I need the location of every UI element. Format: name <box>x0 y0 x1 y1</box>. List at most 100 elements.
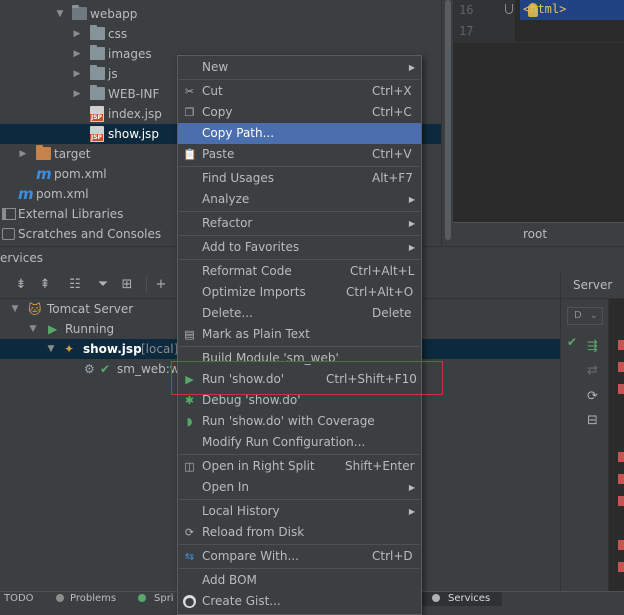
chevron-down-icon[interactable]: ▼ <box>55 4 65 24</box>
menu-separator <box>179 346 420 347</box>
tab-server[interactable]: Server <box>561 271 624 299</box>
menu-item-cut[interactable]: ✂ Cut Ctrl+X <box>178 81 421 102</box>
reload-icon: ⟳ <box>184 526 195 539</box>
menu-item-run-with-coverage[interactable]: ◗ Run 'show.do' with Coverage <box>178 411 421 432</box>
github-icon: ● <box>183 595 196 608</box>
folder-icon <box>90 85 105 100</box>
menu-item-mark-as-plain-text[interactable]: ▤ Mark as Plain Text <box>178 324 421 345</box>
highlight-box <box>171 361 443 395</box>
deploy-icon[interactable]: ⊟ <box>587 413 598 428</box>
chevron-down-icon[interactable]: ▼ <box>28 319 38 339</box>
scrollbar-thumb[interactable] <box>445 0 451 240</box>
breadcrumb-item[interactable]: root <box>523 227 547 241</box>
new-tab-icon[interactable]: ⊞ <box>120 278 134 292</box>
editor-area[interactable] <box>453 42 624 222</box>
filter-icon[interactable]: ⏷ <box>96 278 110 292</box>
folder-icon <box>90 65 105 80</box>
chevron-right-icon[interactable]: ▶ <box>72 44 82 64</box>
folder-icon <box>90 25 105 40</box>
problems-icon <box>56 594 64 602</box>
error-marker <box>618 562 624 572</box>
maven-icon: m <box>36 165 52 183</box>
redeploy-icon[interactable]: ⇶ <box>587 339 598 354</box>
menu-separator <box>179 211 420 212</box>
copy-icon: ❐ <box>184 106 195 119</box>
dropdown[interactable]: D ⌄ <box>567 307 603 325</box>
menu-separator <box>179 79 420 80</box>
menu-item-compare-with[interactable]: ⇆ Compare With... Ctrl+D <box>178 546 421 567</box>
folder-icon <box>36 145 51 160</box>
maven-icon: m <box>18 185 34 203</box>
menu-item-copy[interactable]: ❐ Copy Ctrl+C <box>178 102 421 123</box>
menu-item-open-in-right-split[interactable]: ◫ Open in Right Split Shift+Enter <box>178 456 421 477</box>
refresh-icon[interactable]: ⟳ <box>587 389 598 404</box>
expand-all-icon[interactable]: ⇟ <box>14 278 28 292</box>
add-icon[interactable]: + <box>154 278 168 292</box>
chevron-right-icon[interactable]: ▶ <box>72 84 82 104</box>
status-problems[interactable]: Problems <box>70 593 116 604</box>
error-marker <box>618 362 624 372</box>
menu-item-delete[interactable]: Delete... Delete <box>178 303 421 324</box>
menu-item-add-to-favorites[interactable]: Add to Favorites ▶ <box>178 237 421 258</box>
submenu-arrow-icon: ▶ <box>408 243 415 252</box>
menu-item-add-bom[interactable]: Add BOM <box>178 570 421 591</box>
menu-item-paste[interactable]: 📋 Paste Ctrl+V <box>178 144 421 165</box>
chevron-down-icon: ⌄ <box>590 311 598 321</box>
check-icon: ✔ <box>567 335 578 349</box>
menu-item-create-gist[interactable]: ● Create Gist... <box>178 591 421 612</box>
chevron-right-icon[interactable]: ▶ <box>18 144 28 164</box>
spring-icon <box>138 594 146 602</box>
menu-item-open-in[interactable]: Open In ▶ <box>178 477 421 498</box>
status-spring[interactable]: Spri <box>154 593 174 604</box>
status-services[interactable]: Services <box>448 593 490 604</box>
group-icon[interactable]: ☷ <box>68 278 82 292</box>
jsp-file-icon: JSP <box>90 126 104 142</box>
menu-item-refactor[interactable]: Refactor ▶ <box>178 213 421 234</box>
menu-item-modify-run-config[interactable]: Modify Run Configuration... <box>178 432 421 453</box>
menu-item-local-history[interactable]: Local History ▶ <box>178 501 421 522</box>
editor-pane[interactable]: 16 17 <html> root <box>453 0 624 246</box>
menu-item-new[interactable]: New ▶ <box>178 57 421 78</box>
tree-row-css[interactable]: ▶ css <box>0 24 453 44</box>
context-menu: New ▶ ✂ Cut Ctrl+X ❐ Copy Ctrl+C Copy Pa… <box>177 55 422 615</box>
compare-icon: ⇆ <box>184 550 195 563</box>
menu-separator <box>179 454 420 455</box>
chevron-down-icon[interactable]: ▼ <box>10 299 20 319</box>
menu-item-optimize-imports[interactable]: Optimize Imports Ctrl+Alt+O <box>178 282 421 303</box>
submenu-arrow-icon: ▶ <box>408 507 415 516</box>
fold-icon[interactable] <box>505 4 513 14</box>
scrollbar[interactable] <box>441 0 453 246</box>
folder-icon <box>90 45 105 60</box>
debug-icon: ✱ <box>184 394 195 407</box>
menu-separator <box>179 259 420 260</box>
status-todo[interactable]: TODO <box>4 593 34 604</box>
lightbulb-icon[interactable] <box>528 3 538 17</box>
menu-item-reload-from-disk[interactable]: ⟳ Reload from Disk <box>178 522 421 543</box>
menu-item-find-usages[interactable]: Find Usages Alt+F7 <box>178 168 421 189</box>
menu-separator <box>179 235 420 236</box>
services-title: ervices <box>0 251 43 265</box>
plain-text-icon: ▤ <box>184 328 195 341</box>
cut-icon: ✂ <box>184 85 195 98</box>
step-icon[interactable]: ⇄ <box>587 363 598 378</box>
error-marker <box>618 452 624 462</box>
chevron-right-icon[interactable]: ▶ <box>72 64 82 84</box>
error-marker <box>618 340 624 350</box>
menu-item-analyze[interactable]: Analyze ▶ <box>178 189 421 210</box>
submenu-arrow-icon: ▶ <box>408 63 415 72</box>
menu-separator <box>179 568 420 569</box>
menu-separator <box>179 499 420 500</box>
tree-row-webapp[interactable]: ▼ webapp <box>0 4 453 24</box>
deployment-icon: ⚙ <box>84 362 95 376</box>
tomcat-icon: 🐱 <box>28 303 42 318</box>
line-number: 17 <box>459 24 474 38</box>
submenu-arrow-icon: ▶ <box>408 195 415 204</box>
breadcrumb: root <box>453 222 624 246</box>
services-icon <box>432 594 440 602</box>
editor-gutter: 16 17 <box>453 0 515 42</box>
chevron-down-icon[interactable]: ▼ <box>46 339 56 359</box>
menu-item-reformat-code[interactable]: Reformat Code Ctrl+Alt+L <box>178 261 421 282</box>
menu-item-copy-path[interactable]: Copy Path... <box>178 123 421 144</box>
collapse-all-icon[interactable]: ⇞ <box>38 278 52 292</box>
chevron-right-icon[interactable]: ▶ <box>72 24 82 44</box>
